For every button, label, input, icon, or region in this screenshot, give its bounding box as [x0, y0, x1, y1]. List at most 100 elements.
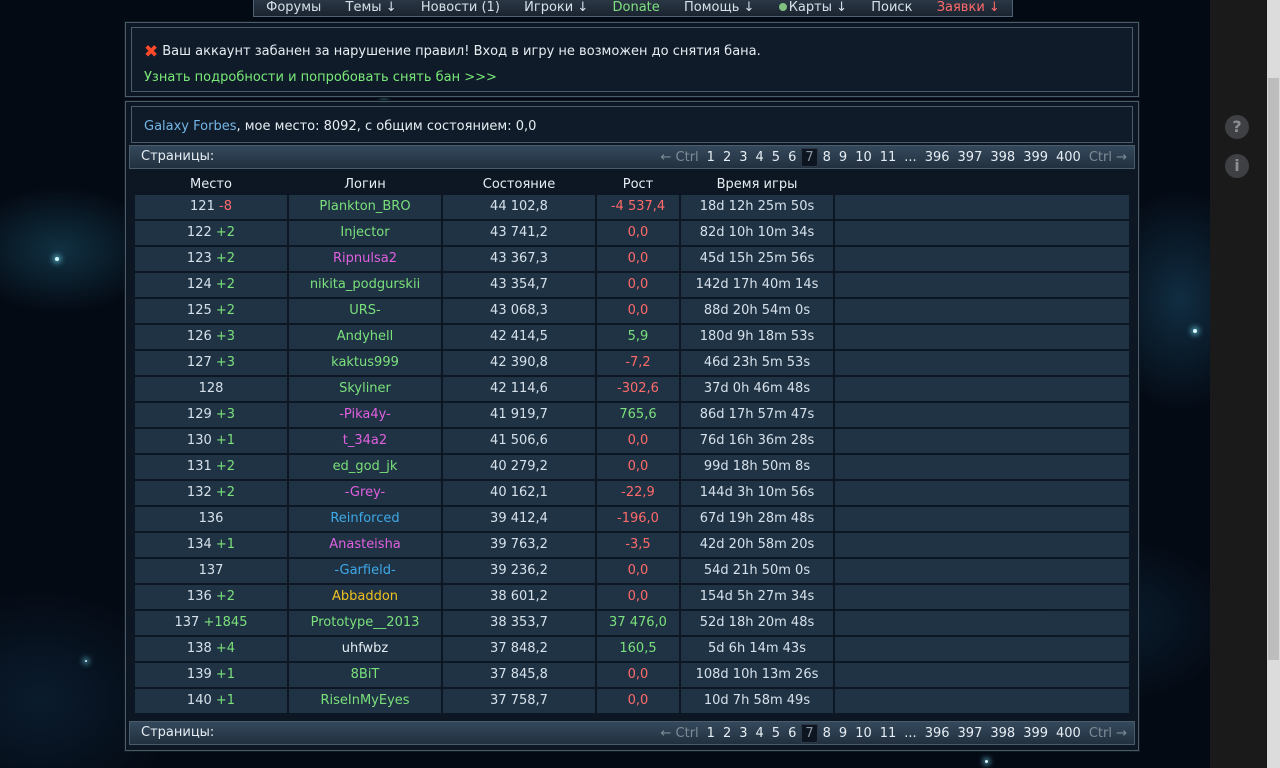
cell-login[interactable]: Anasteisha: [289, 533, 441, 557]
cell-empty: [835, 559, 1129, 583]
table-row: 136 Reinforced 39 412,4 -196,0 67d 19h 28m 4…: [135, 507, 1129, 532]
cell-login[interactable]: Prototype__2013: [289, 611, 441, 635]
page-link[interactable]: 2: [720, 725, 734, 742]
nav-topics[interactable]: Темы ↓: [346, 1, 397, 14]
cell-login[interactable]: -Grey-: [289, 481, 441, 505]
place-number: 129: [186, 407, 212, 422]
cell-growth: 0,0: [597, 273, 679, 297]
page-link[interactable]: 2: [720, 149, 734, 166]
nav-requests[interactable]: Заявки ↓: [937, 1, 1000, 14]
page-link[interactable]: 399: [1020, 725, 1051, 742]
cell-growth: -3,5: [597, 533, 679, 557]
nav-help[interactable]: Помощь ↓: [684, 1, 754, 14]
page-link[interactable]: 397: [955, 725, 986, 742]
page-link[interactable]: 4: [753, 725, 767, 742]
place-number: 137: [198, 563, 224, 578]
cell-login[interactable]: Plankton_BRO: [289, 195, 441, 219]
place-number: 122: [186, 225, 212, 240]
place-number: 140: [186, 693, 212, 708]
pagination: ← Ctrl 1 2 3 4 5 6 7 8 9 10 11 ... 396 3…: [658, 724, 1130, 743]
page-link[interactable]: 400: [1053, 149, 1084, 166]
cell-login[interactable]: Reinforced: [289, 507, 441, 531]
pager-prev[interactable]: ← Ctrl: [658, 725, 702, 742]
cell-growth: -302,6: [597, 377, 679, 401]
cell-empty: [835, 195, 1129, 219]
page-link[interactable]: 3: [736, 149, 750, 166]
cell-login[interactable]: Injector: [289, 221, 441, 245]
cell-login[interactable]: RiseInMyEyes: [289, 689, 441, 713]
cell-place: 131 +2: [135, 455, 287, 479]
page-link[interactable]: 1: [704, 149, 718, 166]
page-link[interactable]: 1: [704, 725, 718, 742]
cell-login[interactable]: t_34a2: [289, 429, 441, 453]
pagination: ← Ctrl 1 2 3 4 5 6 7 8 9 10 11 ... 396 3…: [658, 148, 1130, 167]
cell-growth: 0,0: [597, 455, 679, 479]
page-link[interactable]: 397: [955, 149, 986, 166]
page-link[interactable]: 9: [836, 149, 850, 166]
page-link[interactable]: 399: [1020, 149, 1051, 166]
cell-growth: -196,0: [597, 507, 679, 531]
cell-login[interactable]: 8BiT: [289, 663, 441, 687]
info-icon[interactable]: i: [1225, 154, 1249, 178]
page-link[interactable]: 396: [922, 149, 953, 166]
page-link[interactable]: 4: [753, 149, 767, 166]
pager-next[interactable]: Ctrl →: [1086, 149, 1130, 166]
page-link[interactable]: 398: [987, 149, 1018, 166]
place-change: +1: [215, 537, 236, 552]
pager-label: Страницы:: [141, 725, 215, 740]
scrollbar-thumb[interactable]: [1268, 78, 1279, 660]
forbes-title-link[interactable]: Galaxy Forbes: [144, 119, 236, 134]
cell-login[interactable]: nikita_podgurskii: [289, 273, 441, 297]
table-row: 125 +2 URS- 43 068,3 0,0 88d 20h 54m 0s: [135, 299, 1129, 324]
page-link[interactable]: 11: [877, 725, 900, 742]
forbes-rank-text: , мое место: 8092, с общим состоянием: 0…: [236, 119, 537, 134]
nav-donate[interactable]: Donate: [613, 1, 660, 14]
place-change: +3: [215, 407, 236, 422]
pager-prev[interactable]: ← Ctrl: [658, 149, 702, 166]
ban-notice: ✖ Ваш аккаунт забанен за нарушение прави…: [144, 43, 761, 60]
nav-search[interactable]: Поиск: [871, 1, 912, 14]
place-number: 137: [174, 615, 200, 630]
table-row: 139 +1 8BiT 37 845,8 0,0 108d 10h 13m 26s: [135, 663, 1129, 688]
page-link[interactable]: 11: [877, 149, 900, 166]
cell-place: 128: [135, 377, 287, 401]
cell-login[interactable]: Ripnulsa2: [289, 247, 441, 271]
cell-login[interactable]: Abbaddon: [289, 585, 441, 609]
cell-login[interactable]: -Pika4y-: [289, 403, 441, 427]
cell-empty: [835, 533, 1129, 557]
cell-login[interactable]: -Garfield-: [289, 559, 441, 583]
pager-next[interactable]: Ctrl →: [1086, 725, 1130, 742]
cell-login[interactable]: uhfwbz: [289, 637, 441, 661]
page-link[interactable]: 10: [852, 725, 875, 742]
page-link[interactable]: 5: [769, 149, 783, 166]
page-link[interactable]: 10: [852, 149, 875, 166]
cell-login[interactable]: Andyhell: [289, 325, 441, 349]
cell-place: 125 +2: [135, 299, 287, 323]
page-link[interactable]: 6: [785, 725, 799, 742]
cell-login[interactable]: ed_god_jk: [289, 455, 441, 479]
nav-maps[interactable]: Карты ↓: [778, 1, 847, 14]
cell-growth: 0,0: [597, 299, 679, 323]
ban-message: Ваш аккаунт забанен за нарушение правил!…: [162, 44, 761, 59]
page-link[interactable]: 6: [785, 149, 799, 166]
page-link[interactable]: 9: [836, 725, 850, 742]
nav-forums[interactable]: Форумы: [266, 1, 321, 14]
nav-news[interactable]: Новости (1): [421, 1, 500, 14]
page-link[interactable]: 5: [769, 725, 783, 742]
page-link[interactable]: 400: [1053, 725, 1084, 742]
page-link[interactable]: 398: [987, 725, 1018, 742]
table-row: 127 +3 kaktus999 42 390,8 -7,2 46d 23h 5m 53…: [135, 351, 1129, 376]
ban-appeal-link[interactable]: Узнать подробности и попробовать снять б…: [144, 70, 497, 85]
page-link[interactable]: 396: [922, 725, 953, 742]
cell-growth: 160,5: [597, 637, 679, 661]
cell-login[interactable]: kaktus999: [289, 351, 441, 375]
page-link[interactable]: 3: [736, 725, 750, 742]
cell-login[interactable]: Skyliner: [289, 377, 441, 401]
page-link[interactable]: 8: [820, 149, 834, 166]
cell-playtime: 154d 5h 27m 34s: [681, 585, 833, 609]
nav-players[interactable]: Игроки ↓: [524, 1, 588, 14]
cell-login[interactable]: URS-: [289, 299, 441, 323]
help-icon[interactable]: ?: [1225, 115, 1249, 139]
star-decoration: [985, 760, 988, 763]
page-link[interactable]: 8: [820, 725, 834, 742]
